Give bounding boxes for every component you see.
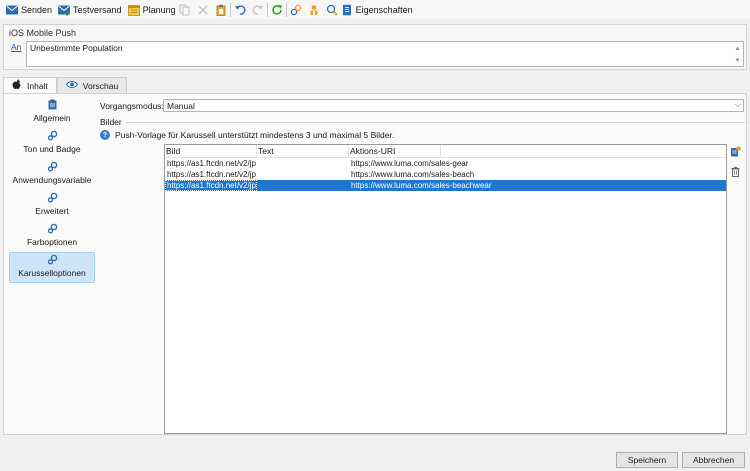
chevron-down-icon[interactable]: ⌵ <box>735 100 741 110</box>
cell-image[interactable]: https://as1.ftcdn.net/v2/jp <box>165 169 257 180</box>
personalize-icon[interactable] <box>308 4 320 16</box>
tools-icon[interactable] <box>326 4 338 16</box>
toolbar: Senden Testversand Planung Eigenschaften <box>0 0 750 19</box>
sidebar: Allgemein Ton und Badge Anwendungsvariab… <box>9 97 95 283</box>
table-header: Bild Text Aktions-URI <box>165 145 726 158</box>
cancel-button[interactable]: Abbrechen <box>682 452 745 468</box>
sidebar-item-label: Farboptionen <box>26 237 78 247</box>
apple-icon <box>12 79 22 92</box>
cell-action-uri[interactable]: https://www.luma.com/sales-beach <box>349 169 476 180</box>
cell-action-uri[interactable]: https://www.luma.com/sales-beachwear <box>349 180 494 191</box>
eye-icon <box>65 80 78 91</box>
cell-text[interactable] <box>257 169 349 180</box>
schedule-button[interactable]: Planung <box>125 1 179 18</box>
add-row-icon[interactable] <box>730 146 741 157</box>
toolbar-divider <box>229 2 231 17</box>
info-message: ? Push-Vorlage für Karussell unterstützt… <box>100 130 394 140</box>
sidebar-item-color-options[interactable]: Farboptionen <box>9 221 95 252</box>
gears-icon <box>47 192 58 203</box>
sidebar-item-label: Erweitert <box>35 206 69 216</box>
refresh-icon[interactable] <box>271 4 283 16</box>
target-population-value: Unbestimmte Population <box>30 43 123 53</box>
gears-icon <box>47 130 58 141</box>
images-section-title: Bilder <box>100 117 122 127</box>
send-button[interactable]: Senden <box>3 1 55 18</box>
operation-mode-select[interactable]: Manual ⌵ <box>163 99 744 112</box>
redo-icon[interactable] <box>252 4 264 16</box>
table-row[interactable]: https://as1.ftcdn.net/v2/jp https://www.… <box>165 169 726 180</box>
table-row-selected[interactable]: https://as1.ftcdn.net/v2/jp https://www.… <box>165 180 726 191</box>
cell-action-uri[interactable]: https://www.luma.com/sales-gear <box>349 158 470 169</box>
properties-icon <box>341 4 353 16</box>
section-divider <box>126 122 745 123</box>
paste-icon[interactable] <box>215 4 227 16</box>
operation-mode-value: Manual <box>167 101 195 111</box>
toolbar-divider <box>285 2 287 17</box>
column-header-action-uri[interactable]: Aktions-URI <box>349 145 441 157</box>
operation-mode-label: Vorgangsmodus: <box>100 101 164 111</box>
tab-content-label: Inhalt <box>27 80 48 91</box>
cell-text[interactable] <box>257 180 349 191</box>
calendar-icon <box>127 4 140 16</box>
images-table: Bild Text Aktions-URI https://as1.ftcdn.… <box>164 144 727 434</box>
sidebar-item-label: Ton und Badge <box>23 144 81 154</box>
content-panel: Allgemein Ton und Badge Anwendungsvariab… <box>3 93 747 435</box>
target-population-field[interactable]: Unbestimmte Population ▲ ▼ <box>26 41 744 67</box>
sidebar-item-general[interactable]: Allgemein <box>9 97 95 128</box>
sidebar-item-carousel-options[interactable]: Karusselloptionen <box>9 252 95 283</box>
cell-image[interactable]: https://as1.ftcdn.net/v2/jp <box>165 180 257 191</box>
test-send-button[interactable]: Testversand <box>55 1 125 18</box>
clipboard-icon <box>47 99 58 110</box>
delivery-type-title: iOS Mobile Push <box>9 28 77 38</box>
toolbar-divider <box>266 2 268 17</box>
sidebar-item-app-variable[interactable]: Anwendungsvariable <box>9 159 95 190</box>
column-header-text[interactable]: Text <box>257 145 349 157</box>
test-envelope-icon <box>58 4 71 16</box>
table-row[interactable]: https://as1.ftcdn.net/v2/jp https://www.… <box>165 158 726 169</box>
gears-icon <box>47 223 58 234</box>
sidebar-item-label: Karusselloptionen <box>18 268 86 278</box>
sidebar-item-sound-badge[interactable]: Ton und Badge <box>9 128 95 159</box>
content-tabs: Inhalt Vorschau <box>3 77 128 93</box>
target-scrollbar[interactable]: ▲ ▼ <box>733 43 742 67</box>
column-header-image[interactable]: Bild <box>165 145 257 157</box>
gears-icon <box>47 161 58 172</box>
tab-preview[interactable]: Vorschau <box>56 77 128 93</box>
trash-icon[interactable] <box>730 166 741 177</box>
delivery-header: iOS Mobile Push An Unbestimmte Populatio… <box>3 24 747 70</box>
link-icon[interactable] <box>290 4 302 16</box>
recipients-link[interactable]: An <box>11 42 21 52</box>
info-text: Push-Vorlage für Karussell unterstützt m… <box>115 130 395 140</box>
sidebar-item-advanced[interactable]: Erweitert <box>9 190 95 221</box>
tab-content[interactable]: Inhalt <box>3 77 57 93</box>
gears-icon <box>47 254 58 265</box>
cell-image[interactable]: https://as1.ftcdn.net/v2/jp <box>165 158 257 169</box>
table-tools <box>730 146 742 186</box>
envelope-icon <box>6 4 18 16</box>
sidebar-item-label: Allgemein <box>33 113 71 123</box>
sidebar-item-label: Anwendungsvariable <box>12 175 92 185</box>
info-icon: ? <box>100 130 110 140</box>
cut-icon[interactable] <box>197 4 209 16</box>
undo-icon[interactable] <box>234 4 246 16</box>
tab-preview-label: Vorschau <box>82 80 119 91</box>
copy-icon[interactable] <box>179 4 191 16</box>
save-button[interactable]: Speichern <box>616 452 678 468</box>
cell-text[interactable] <box>257 158 349 169</box>
properties-button[interactable]: Eigenschaften <box>338 1 416 18</box>
